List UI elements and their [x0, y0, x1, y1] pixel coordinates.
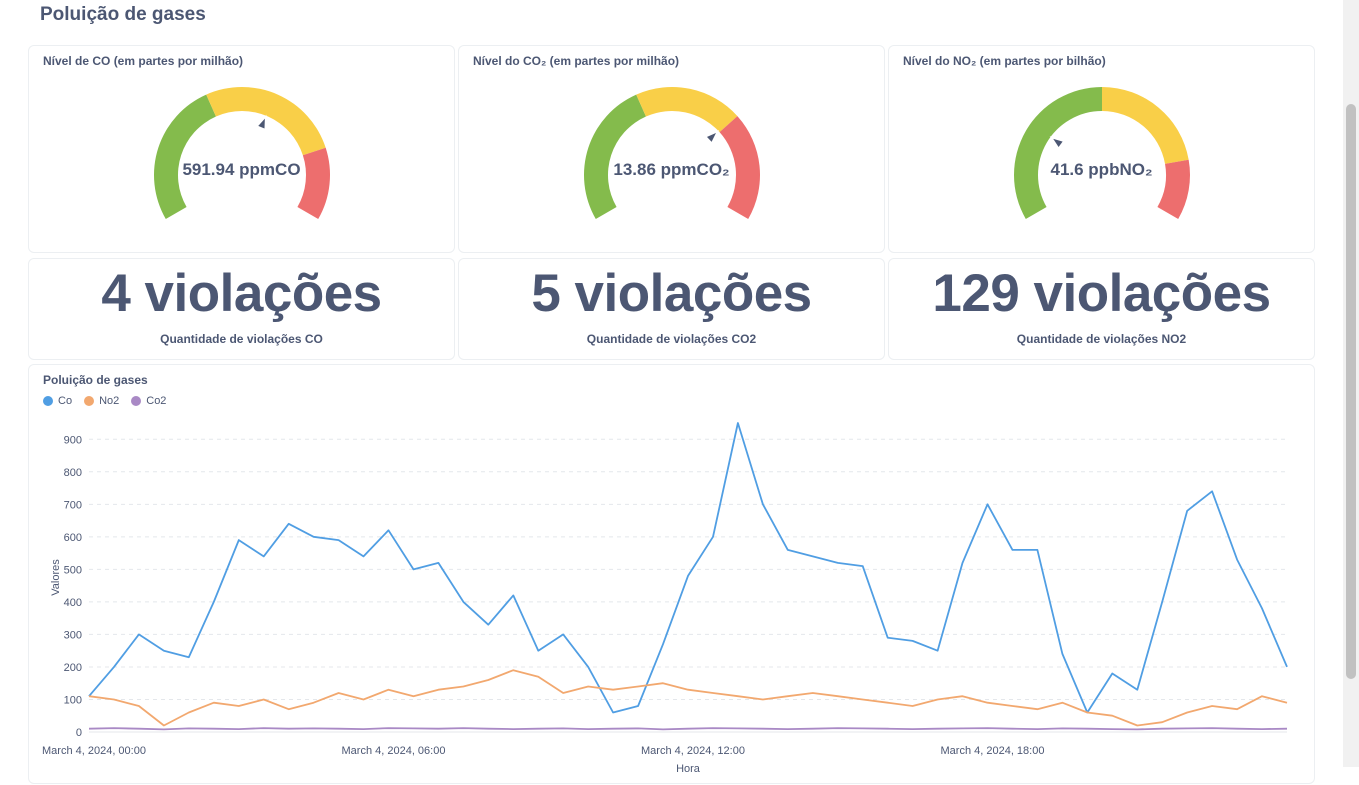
scrollbar-thumb[interactable] — [1346, 104, 1356, 679]
y-tick-label: 600 — [64, 532, 82, 544]
page-scrollbar[interactable] — [1343, 0, 1359, 767]
gauge-card-co2[interactable]: Nível do CO₂ (em partes por milhão) 13.8… — [458, 45, 885, 253]
gauge-segment — [297, 147, 330, 219]
gauge-needle-icon — [255, 114, 267, 131]
line-chart-plot[interactable]: 0 100 200 300 400 500 600 700 800 900 March 4, 202… — [29, 365, 1316, 785]
violations-count: 129 violações — [932, 264, 1271, 323]
violations-count: 5 violações — [531, 264, 812, 323]
series-line-co2 — [88, 727, 1288, 731]
page-title: Poluição de gases — [40, 4, 206, 25]
violations-count: 4 violações — [101, 264, 382, 323]
gauge-card-co[interactable]: Nível de CO (em partes por milhão) 591.9… — [28, 45, 455, 253]
series-line-co — [88, 422, 1288, 714]
x-tick-label: March 4, 2024, 18:00 — [941, 745, 1045, 757]
gauge-needle-icon — [1049, 136, 1066, 150]
y-tick-label: 300 — [64, 629, 82, 641]
x-tick-label: March 4, 2024, 06:00 — [342, 745, 446, 757]
y-tick-label: 900 — [64, 434, 82, 446]
y-tick-label: 0 — [76, 727, 82, 739]
violations-card-no2[interactable]: 129 violações Quantidade de violações NO… — [888, 258, 1315, 360]
y-tick-label: 200 — [64, 662, 82, 674]
y-tick-label: 800 — [64, 467, 82, 479]
gauge-value: 41.6 ppbNO₂ — [1050, 160, 1153, 179]
violations-label: Quantidade de violações CO — [160, 332, 323, 346]
gauge-segment — [154, 94, 216, 219]
violations-label: Quantidade de violações NO2 — [1016, 332, 1187, 346]
x-tick-label: March 4, 2024, 12:00 — [641, 745, 745, 757]
gauge-card-no2[interactable]: Nível do NO₂ (em partes por bilhão) 41.6… — [888, 45, 1315, 253]
y-axis-label: Valores — [50, 559, 62, 596]
line-chart-card[interactable]: Poluição de gases Co No2 Co2 0 100 200 300 4… — [28, 364, 1315, 784]
gauge-needle-icon — [704, 129, 720, 145]
gauge-segment — [1014, 87, 1102, 219]
gauge-value: 13.86 ppmCO₂ — [613, 160, 730, 179]
y-tick-label: 400 — [64, 597, 82, 609]
gauge-co2 — [584, 87, 760, 219]
gauge-no2 — [1014, 87, 1190, 219]
violations-card-co[interactable]: 4 violações Quantidade de violações CO — [28, 258, 455, 360]
gauge-value: 591.94 ppmCO — [182, 160, 301, 179]
y-tick-label: 100 — [64, 694, 82, 706]
violations-card-co2[interactable]: 5 violações Quantidade de violações CO2 — [458, 258, 885, 360]
y-tick-label: 500 — [64, 564, 82, 576]
x-axis-label: Hora — [676, 763, 701, 775]
series-line-no2 — [88, 669, 1288, 727]
gauge-segment — [636, 87, 738, 133]
gauge-segment — [1102, 87, 1189, 164]
violations-label: Quantidade de violações CO2 — [586, 332, 757, 346]
x-tick-label: March 4, 2024, 00:00 — [42, 745, 146, 757]
gauge-co — [154, 87, 330, 219]
y-tick-label: 700 — [64, 499, 82, 511]
gauge-segment — [584, 94, 646, 219]
